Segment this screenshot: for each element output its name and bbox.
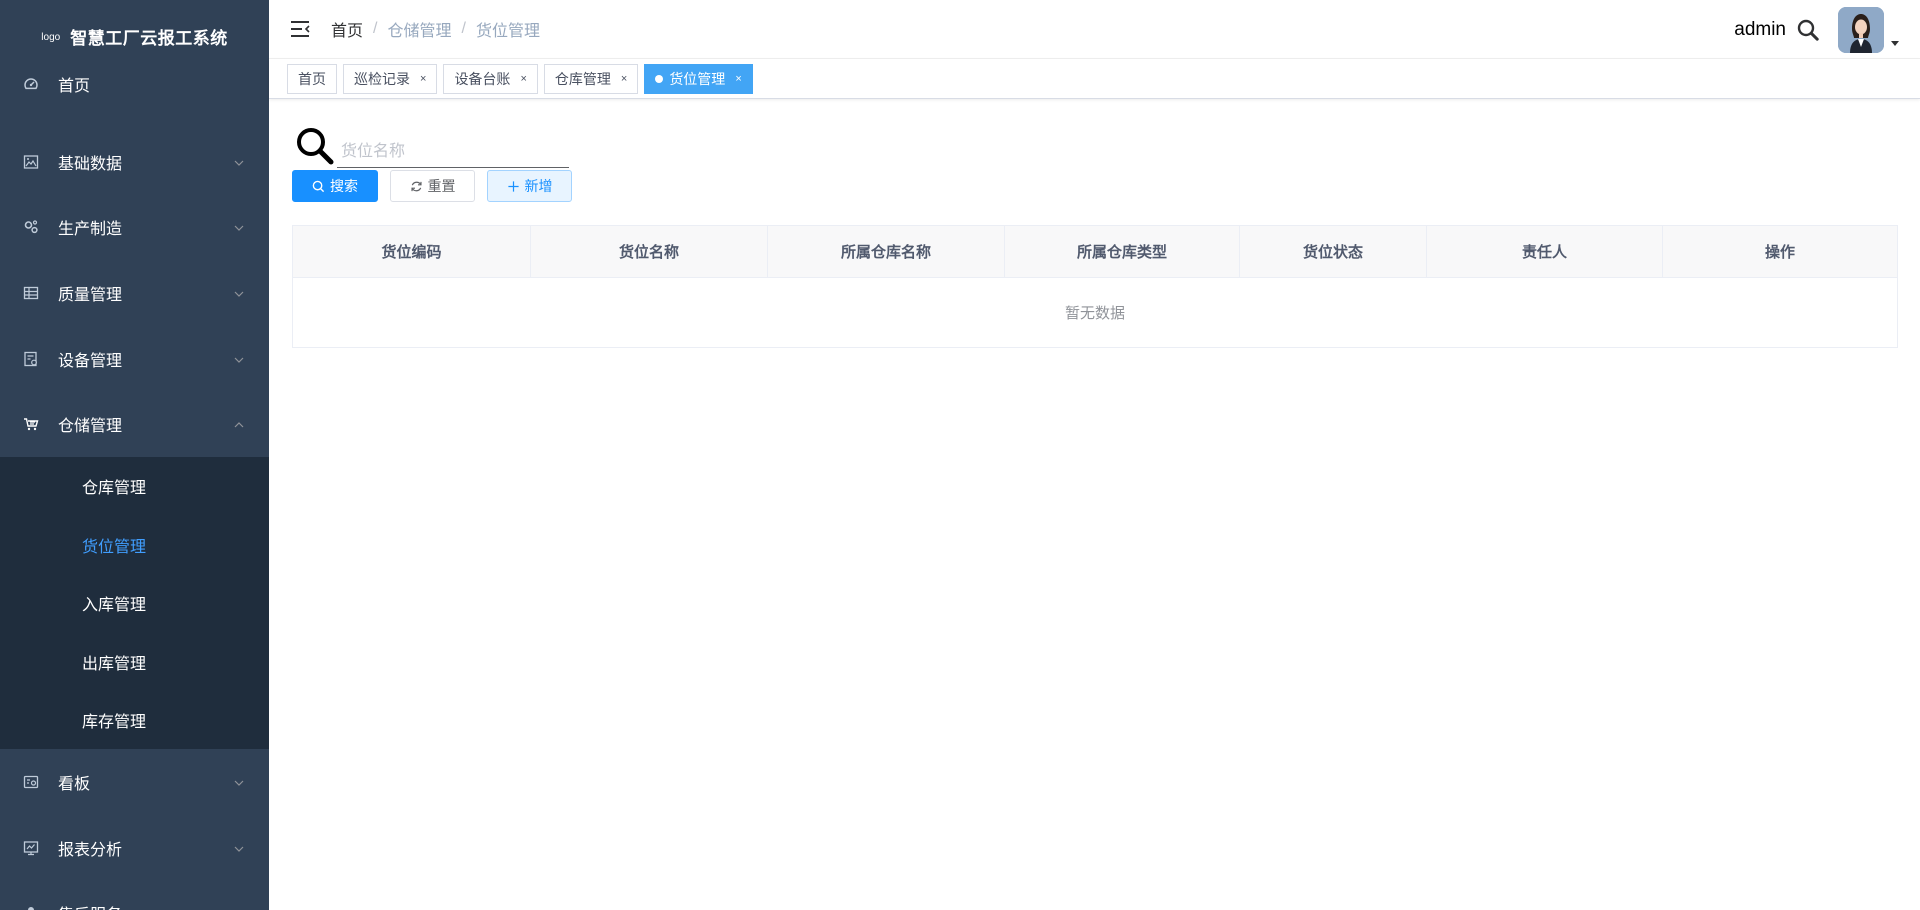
column-header: 货位名称 [531,226,768,277]
close-icon[interactable]: × [621,73,627,85]
breadcrumb-item-location: 货位管理 [475,23,540,40]
tag-warehouse-mgmt[interactable]: 仓库管理 × [543,63,639,94]
column-header: 责任人 [1427,226,1663,277]
sidebar-item-after-sales[interactable]: 售后服务 [0,881,269,910]
column-header: 货位编码 [293,226,531,277]
sidebar-item-label: 基础数据 [58,155,123,173]
username: admin [1734,18,1786,40]
chevron-down-icon [233,156,245,168]
search-icon[interactable] [1796,18,1820,42]
cart-icon [22,415,40,433]
table-icon [22,284,40,302]
tag-inspection-records[interactable]: 巡检记录 × [343,63,438,94]
search-icon [312,180,325,192]
sidebar-item-label: 售后服务 [58,901,122,910]
service-icon [22,904,40,910]
sidebar-item-label: 质量管理 [58,286,123,304]
breadcrumb-separator: / [461,20,466,37]
chevron-down-icon [233,776,245,788]
tag-label: 设备台账 [454,70,511,87]
button-label: 重置 [427,178,456,194]
tag-label: 货位管理 [669,70,726,87]
chevron-down-icon [233,221,245,233]
action-buttons: 搜索 重置 新增 [292,170,584,202]
reset-button[interactable]: 重置 [390,170,475,202]
tag-home[interactable]: 首页 [287,63,337,94]
chevron-down-icon [233,842,245,854]
gears-icon [22,218,40,236]
caret-down-icon[interactable] [1890,35,1900,46]
close-icon[interactable]: × [735,73,741,85]
navbar-right: admin [1734,0,1900,59]
sidebar-subitem-location-mgmt[interactable]: 货位管理 [0,515,269,574]
sidebar-item-board[interactable]: 看板 [0,749,269,815]
button-label: 搜索 [330,178,358,194]
location-name-input[interactable] [337,124,569,168]
report-icon [22,839,40,857]
chevron-down-icon [233,287,245,299]
add-button[interactable]: 新增 [487,170,572,202]
sidebar-item-label: 首页 [58,78,91,95]
sidebar-item-warehouse[interactable]: 仓储管理 [0,391,269,457]
breadcrumb: 首页 / 仓储管理 / 货位管理 [331,17,540,41]
refresh-icon [410,181,422,191]
board-icon [22,773,40,791]
close-icon[interactable]: × [420,73,426,85]
top-navbar: 首页 / 仓储管理 / 货位管理 admin [269,0,1920,59]
sidebar-logo[interactable]: logo 智慧工厂云报工系统 [0,0,269,72]
logo-image: logo [41,31,61,43]
sidebar-item-basic-data[interactable]: 基础数据 [0,129,269,195]
active-dot-icon [655,74,664,83]
chevron-up-icon [233,418,245,430]
button-label: 新增 [524,178,553,194]
tag-label: 首页 [298,70,326,87]
sidebar-subitem-inventory-mgmt[interactable]: 库存管理 [0,691,269,750]
menu-fold-icon[interactable] [289,18,311,40]
sidebar-item-label: 仓储管理 [58,418,123,436]
search-form [295,124,569,168]
tags-view: 首页 巡检记录 × 设备台账 × 仓库管理 × 货位管理 × [269,59,1920,99]
sidebar-item-production[interactable]: 生产制造 [0,195,269,261]
sidebar-item-label: 报表分析 [58,841,123,859]
sidebar-item-label: 看板 [58,776,91,794]
breadcrumb-item-warehouse: 仓储管理 [387,23,452,40]
sidebar-subitem-inbound-mgmt[interactable]: 入库管理 [0,574,269,633]
column-header: 货位状态 [1240,226,1427,277]
tag-label: 巡检记录 [354,70,410,87]
tag-label: 仓库管理 [554,70,611,87]
table-header: 货位编码 货位名称 所属仓库名称 所属仓库类型 货位状态 责任人 操作 [293,226,1897,278]
sidebar-item-label: 设备管理 [58,352,123,370]
breadcrumb-separator: / [373,20,378,37]
location-table: 货位编码 货位名称 所属仓库名称 所属仓库类型 货位状态 责任人 操作 暂无数据 [292,225,1898,348]
tag-equipment-ledger[interactable]: 设备台账 × [443,63,538,94]
sidebar-item-equipment[interactable]: 设备管理 [0,326,269,392]
chevron-down-icon [233,353,245,365]
sidebar-item-label: 生产制造 [58,221,123,239]
sidebar-item-home[interactable]: 首页 [0,64,269,104]
avatar[interactable] [1838,6,1884,53]
dashboard-icon [22,75,40,93]
sidebar-subitem-warehouse-mgmt[interactable]: 仓库管理 [0,457,269,516]
column-header: 操作 [1764,244,1795,261]
table-empty-text: 暂无数据 [1064,305,1125,322]
column-header: 所属仓库名称 [768,226,1005,277]
main-content: 搜索 重置 新增 货位编码 货位名称 所属仓库名称 所属仓库类型 货位状态 责任… [269,100,1920,910]
breadcrumb-item-home[interactable]: 首页 [331,17,363,41]
tag-location-mgmt[interactable]: 货位管理 × [644,63,753,94]
search-icon [295,126,335,166]
warehouse-submenu: 仓库管理 货位管理 入库管理 出库管理 库存管理 [0,456,269,750]
search-button[interactable]: 搜索 [292,170,378,202]
picture-icon [22,153,40,171]
column-header: 所属仓库类型 [1005,226,1240,277]
close-icon[interactable]: × [520,73,526,85]
sidebar-subitem-outbound-mgmt[interactable]: 出库管理 [0,632,269,691]
sidebar-item-reports[interactable]: 报表分析 [0,815,269,881]
device-icon [22,350,40,368]
plus-icon [507,180,519,192]
sidebar-item-quality[interactable]: 质量管理 [0,260,269,326]
sidebar: logo 智慧工厂云报工系统 首页 基础数据 生产制造 质量管理 设备管理 仓储… [0,0,269,910]
app-title: 智慧工厂云报工系统 [70,28,228,48]
